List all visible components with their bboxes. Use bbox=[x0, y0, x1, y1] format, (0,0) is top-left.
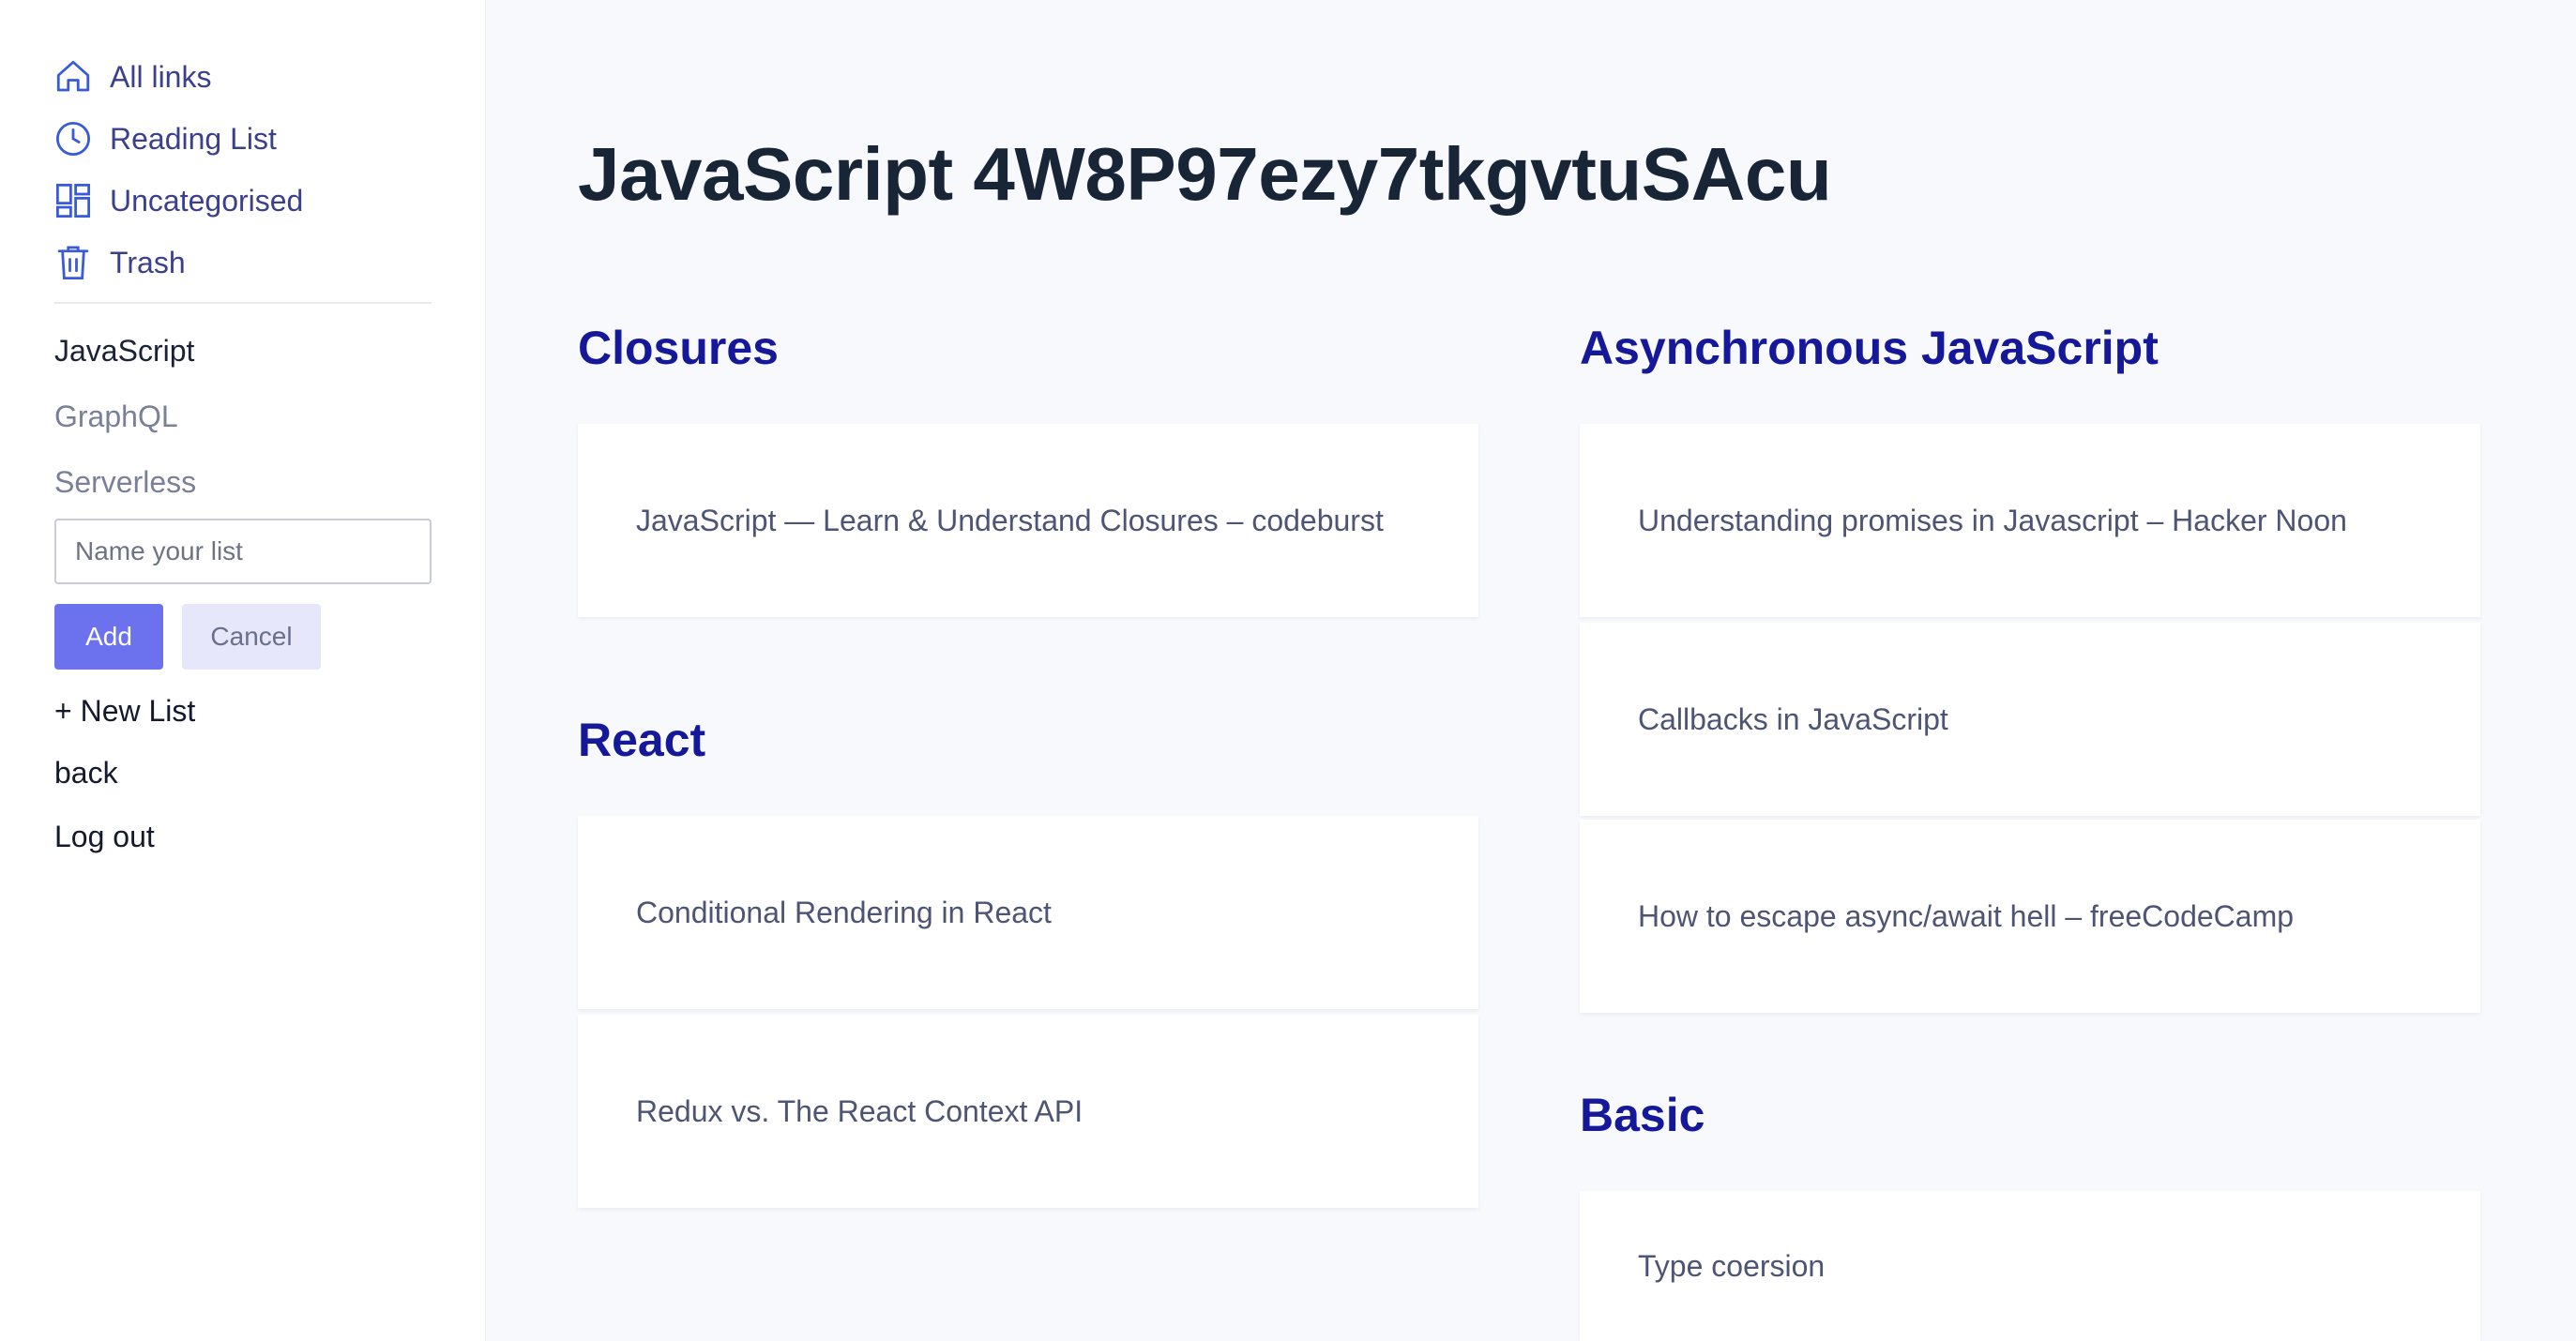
link-card[interactable]: Callbacks in JavaScript bbox=[1580, 623, 2480, 816]
section-title-async: Asynchronous JavaScript bbox=[1580, 322, 2159, 374]
link-card[interactable]: Conditional Rendering in React bbox=[578, 816, 1478, 1009]
list-name-input[interactable] bbox=[54, 519, 432, 584]
nav-label: All links bbox=[110, 59, 212, 94]
link-card[interactable]: How to escape async/await hell – freeCod… bbox=[1580, 820, 2480, 1013]
trash-icon bbox=[53, 242, 94, 283]
page-title: JavaScript 4W8P97ezy7tkgvtuSAcu bbox=[578, 132, 1832, 216]
section-title-basic: Basic bbox=[1580, 1089, 1705, 1141]
section-title-closures: Closures bbox=[578, 322, 779, 374]
back-link[interactable]: back bbox=[54, 756, 118, 791]
logout-link[interactable]: Log out bbox=[54, 820, 155, 854]
nav-trash[interactable]: Trash bbox=[53, 236, 186, 289]
list-javascript[interactable]: JavaScript bbox=[54, 334, 194, 369]
link-title: Understanding promises in Javascript – H… bbox=[1638, 503, 2347, 537]
sidebar-divider bbox=[54, 302, 432, 304]
link-card[interactable]: Redux vs. The React Context API bbox=[578, 1015, 1478, 1208]
section-title-react: React bbox=[578, 714, 706, 766]
nav-label: Reading List bbox=[110, 121, 277, 156]
link-title: Type coersion bbox=[1638, 1249, 1826, 1283]
link-card[interactable]: Type coersion bbox=[1580, 1191, 2480, 1341]
new-list-link[interactable]: + New List bbox=[54, 694, 195, 729]
nav-reading-list[interactable]: Reading List bbox=[53, 113, 277, 165]
list-serverless[interactable]: Serverless bbox=[54, 465, 196, 500]
cancel-button[interactable]: Cancel bbox=[182, 604, 321, 670]
grid-icon bbox=[53, 180, 94, 221]
link-card[interactable]: JavaScript — Learn & Understand Closures… bbox=[578, 424, 1478, 617]
clock-icon bbox=[53, 118, 94, 159]
link-card[interactable]: Understanding promises in Javascript – H… bbox=[1580, 424, 2480, 617]
link-title: JavaScript — Learn & Understand Closures… bbox=[636, 503, 1384, 537]
nav-label: Uncategorised bbox=[110, 183, 304, 218]
add-button[interactable]: Add bbox=[54, 604, 163, 670]
link-title: Callbacks in JavaScript bbox=[1638, 701, 1948, 736]
sidebar: All links Reading List Uncategorised Tra… bbox=[0, 0, 486, 1341]
link-title: Conditional Rendering in React bbox=[636, 895, 1052, 929]
link-title: Redux vs. The React Context API bbox=[636, 1093, 1083, 1128]
home-icon bbox=[53, 56, 94, 98]
link-title: How to escape async/await hell – freeCod… bbox=[1638, 898, 2295, 933]
nav-label: Trash bbox=[110, 245, 186, 279]
nav-uncategorised[interactable]: Uncategorised bbox=[53, 174, 303, 227]
list-graphql[interactable]: GraphQL bbox=[54, 399, 178, 434]
nav-all-links[interactable]: All links bbox=[53, 51, 211, 103]
